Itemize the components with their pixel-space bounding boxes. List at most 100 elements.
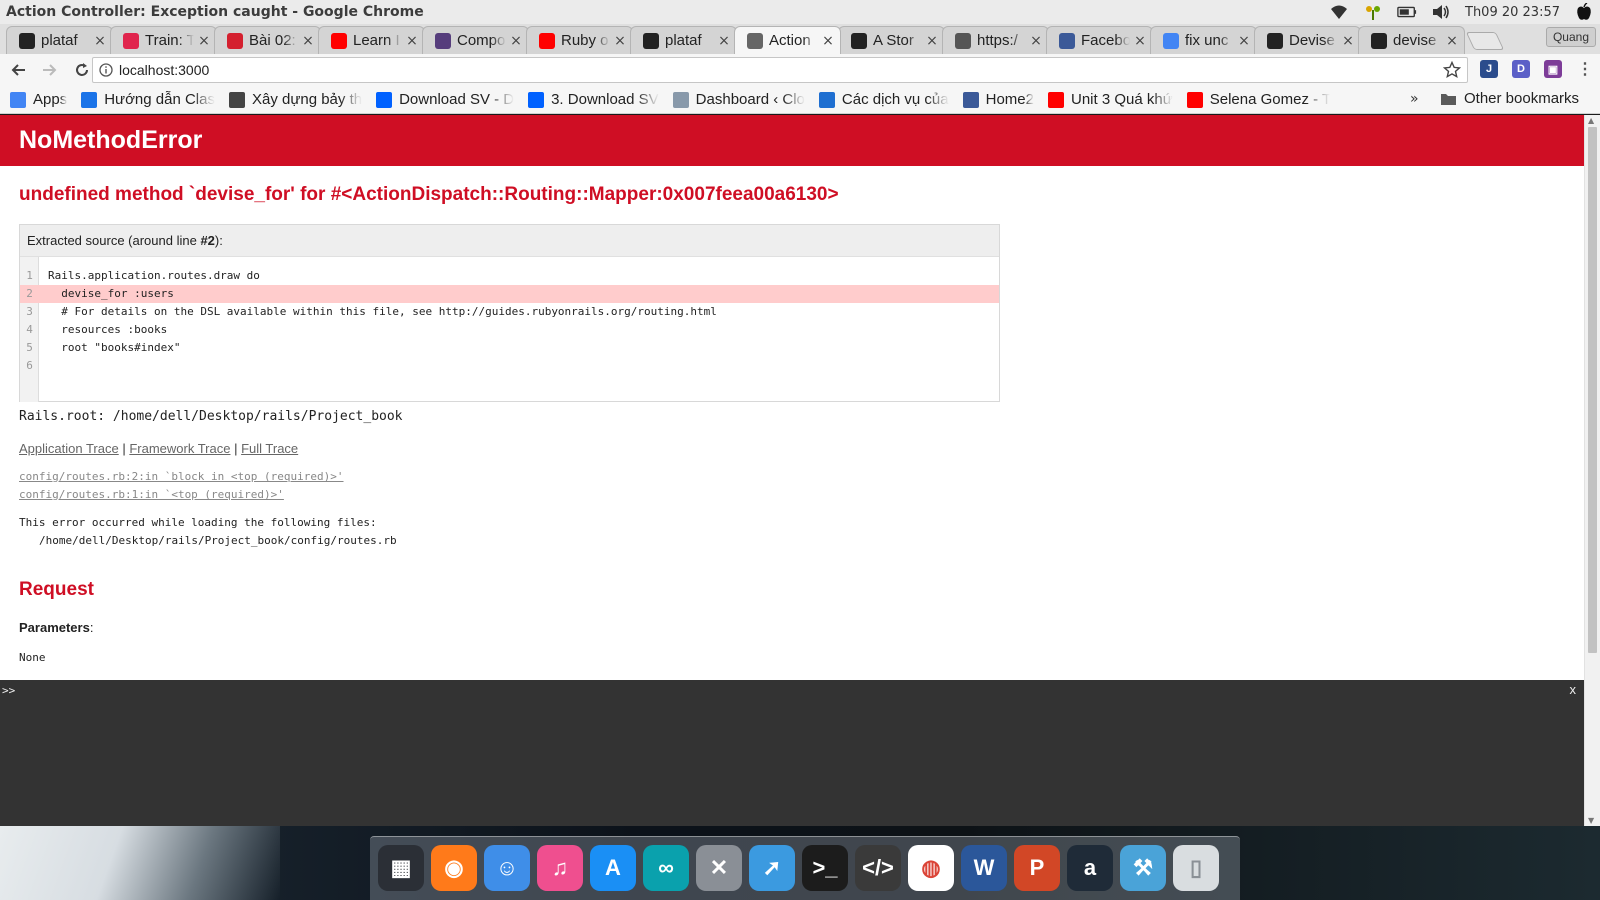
apple-icon[interactable] (1574, 3, 1594, 20)
trace-line[interactable]: config/routes.rb:1:in `<top (required)>' (19, 488, 284, 501)
tab[interactable]: Ruby o × (526, 26, 633, 54)
app-store-icon[interactable]: A (590, 845, 636, 891)
tab-strip: plataf × Train: T × Bài 02: × Learn I × Compo × Ru… (0, 24, 1600, 54)
rails-root: Rails.root: /home/dell/Desktop/rails/Pro… (19, 409, 403, 424)
launchpad-icon[interactable]: ▦ (378, 845, 424, 891)
tab-close-icon[interactable]: × (1342, 33, 1354, 49)
tab[interactable]: fix unc × (1150, 26, 1257, 54)
extension-purple-icon[interactable]: ▣ (1544, 60, 1562, 78)
bookmark-item[interactable]: Các dịch vụ của (818, 91, 949, 108)
tab-title: A Stor (873, 32, 914, 49)
tab-close-icon[interactable]: × (198, 33, 210, 49)
new-tab-button[interactable] (1465, 32, 1505, 50)
tab[interactable]: Bài 02: × (214, 26, 321, 54)
forward-arrow-icon (43, 64, 57, 76)
tab-close-icon[interactable]: × (822, 33, 834, 49)
arduino-icon[interactable]: ∞ (643, 845, 689, 891)
tab[interactable]: Compo × (422, 26, 529, 54)
volume-icon[interactable] (1431, 4, 1451, 20)
tab[interactable]: devise × (1358, 26, 1465, 54)
bookmark-item[interactable]: Dashboard ‹ Clo (672, 91, 805, 108)
xcode-icon[interactable]: ⚒ (1120, 845, 1166, 891)
system-clock[interactable]: Th09 20 23:57 (1465, 5, 1560, 20)
tab-close-icon[interactable]: × (926, 33, 938, 49)
tab[interactable]: plataf × (630, 26, 737, 54)
tab[interactable]: Train: T × (110, 26, 217, 54)
tab[interactable]: Learn I × (318, 26, 425, 54)
other-bookmarks[interactable]: Other bookmarks (1440, 90, 1579, 107)
trash-icon[interactable]: ▯ (1173, 845, 1219, 891)
framework-trace-link[interactable]: Framework Trace (129, 441, 230, 456)
scroll-up-arrow-icon[interactable]: ▲ (1588, 116, 1594, 125)
tab-close-icon[interactable]: × (1030, 33, 1042, 49)
bookmark-item[interactable]: Apps (10, 91, 67, 108)
tab[interactable]: Facebo × (1046, 26, 1153, 54)
console-prompt[interactable]: >> (2, 684, 15, 697)
tab-close-icon[interactable]: × (614, 33, 626, 49)
tab[interactable]: A Stor × (838, 26, 945, 54)
address-bar[interactable]: localhost:3000 (92, 57, 1468, 83)
full-trace-link[interactable]: Full Trace (241, 441, 298, 456)
bookmark-item[interactable]: 3. Download SV (528, 91, 659, 108)
itunes-icon[interactable]: ♫ (537, 845, 583, 891)
firefox-icon[interactable]: ◉ (431, 845, 477, 891)
tab[interactable]: Action × (734, 26, 841, 54)
tab-close-icon[interactable]: × (718, 33, 730, 49)
powerpoint-icon[interactable]: P (1014, 845, 1060, 891)
line-number: 6 (26, 359, 33, 372)
dropbox-icon (528, 91, 545, 108)
bookmark-item[interactable]: Unit 3 Quá khứ (1047, 91, 1173, 108)
bookmark-item[interactable]: Home2 (962, 91, 1034, 108)
chrome-menu-icon[interactable]: ⋮ (1576, 60, 1594, 78)
code-editor-icon[interactable]: </> (855, 845, 901, 891)
tab-close-icon[interactable]: × (94, 33, 106, 49)
parameters-label-text: Parameters (19, 620, 90, 635)
tab-close-icon[interactable]: × (406, 33, 418, 49)
tab-close-icon[interactable]: × (510, 33, 522, 49)
parameters-value: None (19, 651, 46, 664)
extracted-source: Extracted source (around line #2): 1 Rail… (19, 224, 1000, 402)
application-trace-link[interactable]: Application Trace (19, 441, 119, 456)
tab[interactable]: plataf × (6, 26, 113, 54)
tab[interactable]: https:/ × (942, 26, 1049, 54)
word-icon[interactable]: W (961, 845, 1007, 891)
console-close-button[interactable]: x (1570, 682, 1577, 697)
system-settings-icon[interactable]: ✕ (696, 845, 742, 891)
bookmark-label: Các dịch vụ của (841, 91, 949, 108)
amazon-icon[interactable]: a (1067, 845, 1113, 891)
bookmark-item[interactable]: Xây dựng bảy th (228, 91, 362, 108)
scroll-down-arrow-icon[interactable]: ▼ (1588, 816, 1594, 825)
cursor-app-icon[interactable]: ➚ (749, 845, 795, 891)
trace-line[interactable]: config/routes.rb:2:in `block in <top (re… (19, 470, 344, 483)
bookmarks-overflow-button[interactable]: » (1410, 91, 1419, 107)
scroll-thumb[interactable] (1588, 127, 1597, 653)
tab-close-icon[interactable]: × (1238, 33, 1250, 49)
finder-icon[interactable]: ☺ (484, 845, 530, 891)
url-text[interactable]: localhost:3000 (119, 62, 209, 78)
tab[interactable]: Devise × (1254, 26, 1361, 54)
extension-j-icon[interactable]: J (1480, 60, 1498, 78)
source-line: 1 Rails.application.routes.draw do (20, 267, 999, 285)
source-code (39, 359, 48, 372)
bookmark-item[interactable]: Download SV - D (376, 91, 514, 108)
page-scrollbar[interactable]: ▲ ▼ (1584, 115, 1600, 826)
bookmark-item[interactable]: Selena Gomez - T (1186, 91, 1330, 108)
bookmark-item[interactable]: Hướng dẫn Clas (81, 91, 215, 108)
extension-d-icon[interactable]: D (1512, 60, 1530, 78)
back-button[interactable] (4, 56, 32, 84)
terminal-icon[interactable]: >_ (802, 845, 848, 891)
profile-button[interactable]: Quang (1545, 27, 1596, 47)
github-icon (19, 32, 35, 49)
chrome-icon[interactable]: ◍ (908, 845, 954, 891)
info-icon[interactable] (99, 63, 113, 77)
tab-close-icon[interactable]: × (302, 33, 314, 49)
bookmark-star-icon[interactable] (1442, 60, 1462, 83)
tab-close-icon[interactable]: × (1134, 33, 1146, 49)
flower-icon[interactable] (1363, 4, 1383, 20)
railway-icon (123, 32, 139, 49)
wifi-icon[interactable] (1329, 4, 1349, 20)
forward-button[interactable] (36, 56, 64, 84)
battery-icon[interactable] (1397, 4, 1417, 20)
tab-close-icon[interactable]: × (1446, 33, 1458, 49)
web-console[interactable]: >> x (0, 680, 1584, 826)
